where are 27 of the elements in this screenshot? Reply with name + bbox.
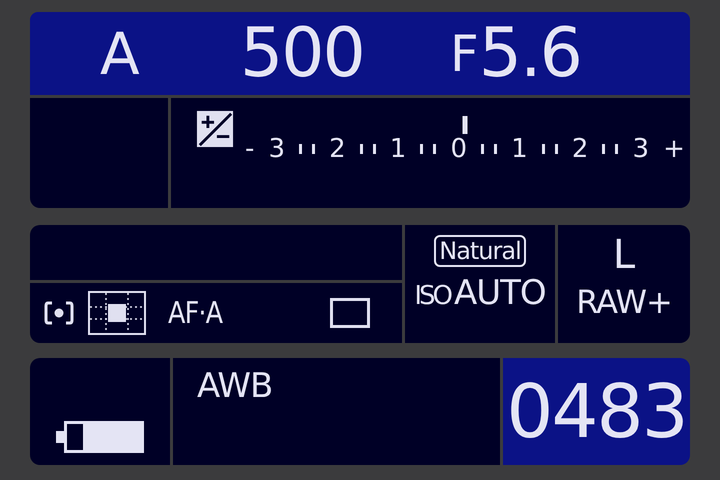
iso-value: AUTO <box>454 273 546 313</box>
battery-icon <box>56 421 144 453</box>
scale-label: 2 <box>329 134 346 164</box>
scale-label: 2 <box>572 134 588 164</box>
aperture-value: 5.6 <box>478 14 581 93</box>
wb-setting: AWB <box>197 366 272 406</box>
iso-label: ISO <box>414 281 450 311</box>
metering-icon <box>44 301 74 325</box>
shutter-speed: 500 <box>240 14 365 93</box>
image-size: L <box>612 233 636 277</box>
aperture-prefix: F <box>450 24 479 82</box>
scale-label: 3 <box>632 134 650 164</box>
scale-label: 0 <box>450 134 468 164</box>
scale-label: 1 <box>390 134 406 164</box>
af-mode: AF·A <box>168 296 222 330</box>
scale-label: + <box>663 134 685 164</box>
exposure-indicator <box>462 116 468 134</box>
shots-remaining: 0483 <box>506 368 687 454</box>
focus-area-icon <box>88 291 146 335</box>
exposure-compensation-icon <box>196 110 234 148</box>
picture-control: Natural <box>434 235 526 267</box>
scale-label: 3 <box>268 134 285 164</box>
image-quality: RAW+ <box>576 283 672 321</box>
scale-label: - <box>245 134 254 164</box>
scale-label: 1 <box>511 134 528 164</box>
single-frame-icon <box>330 298 370 328</box>
mode-text: A <box>100 20 141 88</box>
